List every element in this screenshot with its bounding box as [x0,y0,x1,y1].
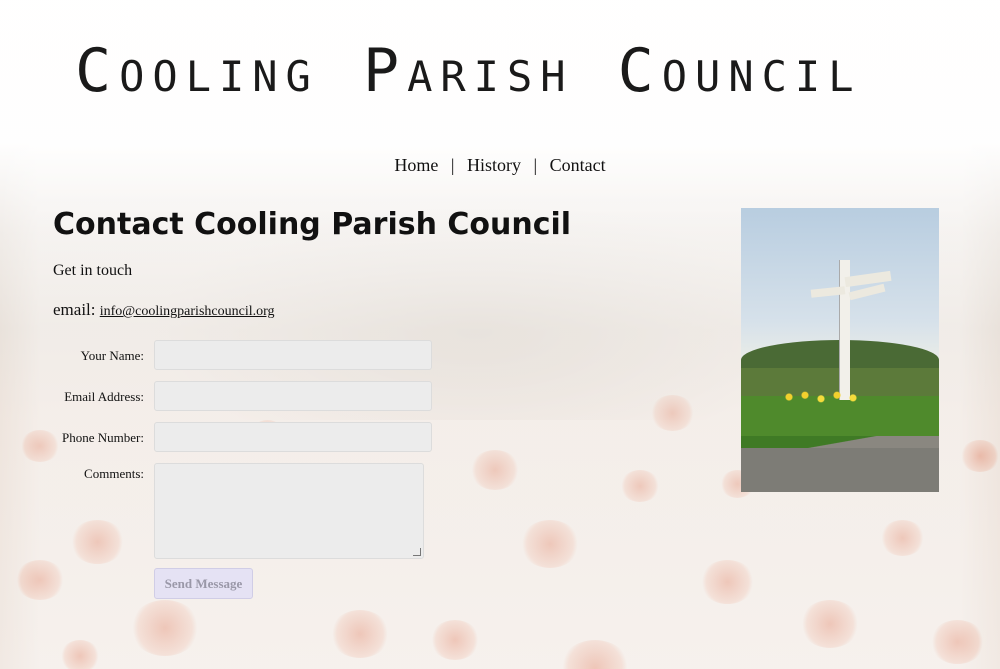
email-link[interactable]: info@coolingparishcouncil.org [100,304,275,319]
page: Cooling Parish Council Home | History | … [0,0,1000,669]
photo-sign-arm [848,283,886,301]
nav-separator: | [450,155,455,175]
photo-sign-arm [844,270,892,288]
page-title: Contact Cooling Parish Council [53,207,572,242]
name-input[interactable] [154,340,432,370]
site-logo: Cooling Parish Council [75,36,935,106]
nav-separator: | [533,155,538,175]
email-address-label: Email Address: [64,389,144,404]
comments-label: Comments: [84,466,144,481]
photo-daffodils [781,388,861,406]
nav-item-contact[interactable]: Contact [550,155,606,175]
name-label: Your Name: [80,348,144,363]
photo-road [741,448,939,492]
comments-textarea[interactable] [154,463,424,559]
phone-input[interactable] [154,422,432,452]
resize-handle-icon[interactable] [413,548,421,556]
nav-item-home[interactable]: Home [394,155,438,175]
intro-text: Get in touch [53,262,133,279]
nav-item-history[interactable]: History [467,155,521,175]
signpost-photo [741,208,939,492]
main-nav: Home | History | Contact [0,155,1000,176]
email-line: email: info@coolingparishcouncil.org [53,300,275,320]
phone-label: Phone Number: [62,430,144,445]
send-message-button[interactable]: Send Message [154,568,253,599]
email-label: email: [53,300,96,319]
logo-text: Cooling Parish Council [75,36,862,106]
email-address-input[interactable] [154,381,432,411]
